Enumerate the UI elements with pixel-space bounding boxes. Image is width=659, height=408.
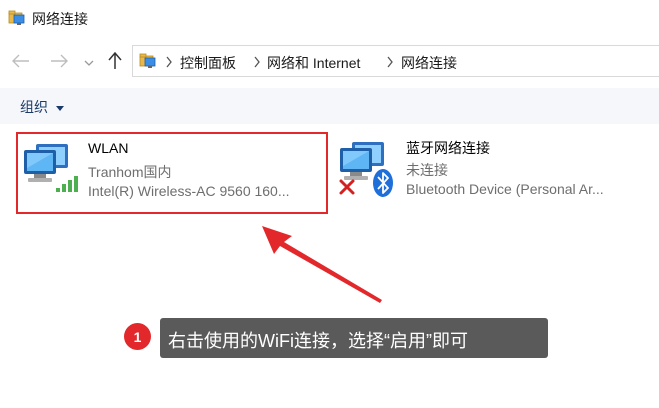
annotation-text: 右击使用的WiFi连接，选择“启用”即可 bbox=[168, 331, 468, 351]
chevron-right-icon[interactable] bbox=[165, 56, 173, 68]
navigation-bar: 控制面板 网络和 Internet 网络连接 bbox=[0, 40, 659, 80]
network-connections-icon bbox=[139, 53, 156, 68]
arrow-up-icon bbox=[108, 52, 122, 69]
connection-device: Bluetooth Device (Personal Ar... bbox=[406, 181, 604, 197]
caret-down-icon bbox=[56, 105, 64, 111]
arrow-right-icon bbox=[51, 54, 68, 68]
recent-locations-button[interactable] bbox=[80, 52, 98, 74]
breadcrumb-network-connections[interactable]: 网络连接 bbox=[401, 53, 457, 73]
up-button[interactable] bbox=[104, 50, 126, 72]
command-bar: 组织 bbox=[0, 88, 659, 124]
breadcrumb-network-internet[interactable]: 网络和 Internet bbox=[267, 53, 360, 73]
annotation-callout: 右击使用的WiFi连接，选择“启用”即可 bbox=[160, 318, 548, 358]
wifi-adapter-icon bbox=[24, 144, 78, 192]
step-badge: 1 bbox=[124, 323, 151, 350]
connection-name: WLAN bbox=[88, 140, 129, 156]
chevron-down-icon bbox=[84, 60, 94, 66]
connection-status: 未连接 bbox=[406, 162, 448, 178]
address-bar[interactable]: 控制面板 网络和 Internet 网络连接 bbox=[132, 45, 659, 77]
disconnected-x-icon bbox=[339, 179, 355, 195]
chevron-right-icon[interactable] bbox=[386, 56, 394, 68]
title-bar: 网络连接 bbox=[0, 0, 659, 36]
connection-item-wlan[interactable]: WLAN Tranhom国内 Intel(R) Wireless-AC 9560… bbox=[16, 132, 328, 214]
organize-label: 组织 bbox=[20, 99, 48, 115]
network-connections-icon bbox=[8, 10, 25, 25]
back-button[interactable] bbox=[10, 50, 32, 72]
chevron-right-icon[interactable] bbox=[253, 56, 261, 68]
window-title: 网络连接 bbox=[32, 11, 88, 27]
organize-menu-button[interactable]: 组织 bbox=[20, 97, 64, 117]
connection-item-bluetooth[interactable]: 蓝牙网络连接 未连接 Bluetooth Device (Personal Ar… bbox=[334, 132, 654, 214]
connection-network: Tranhom国内 bbox=[88, 164, 172, 180]
breadcrumb-control-panel[interactable]: 控制面板 bbox=[180, 53, 236, 73]
forward-button[interactable] bbox=[48, 50, 70, 72]
bluetooth-icon bbox=[373, 169, 393, 197]
connection-device: Intel(R) Wireless-AC 9560 160... bbox=[88, 183, 290, 199]
arrow-left-icon bbox=[12, 54, 29, 68]
connection-name: 蓝牙网络连接 bbox=[406, 140, 490, 156]
